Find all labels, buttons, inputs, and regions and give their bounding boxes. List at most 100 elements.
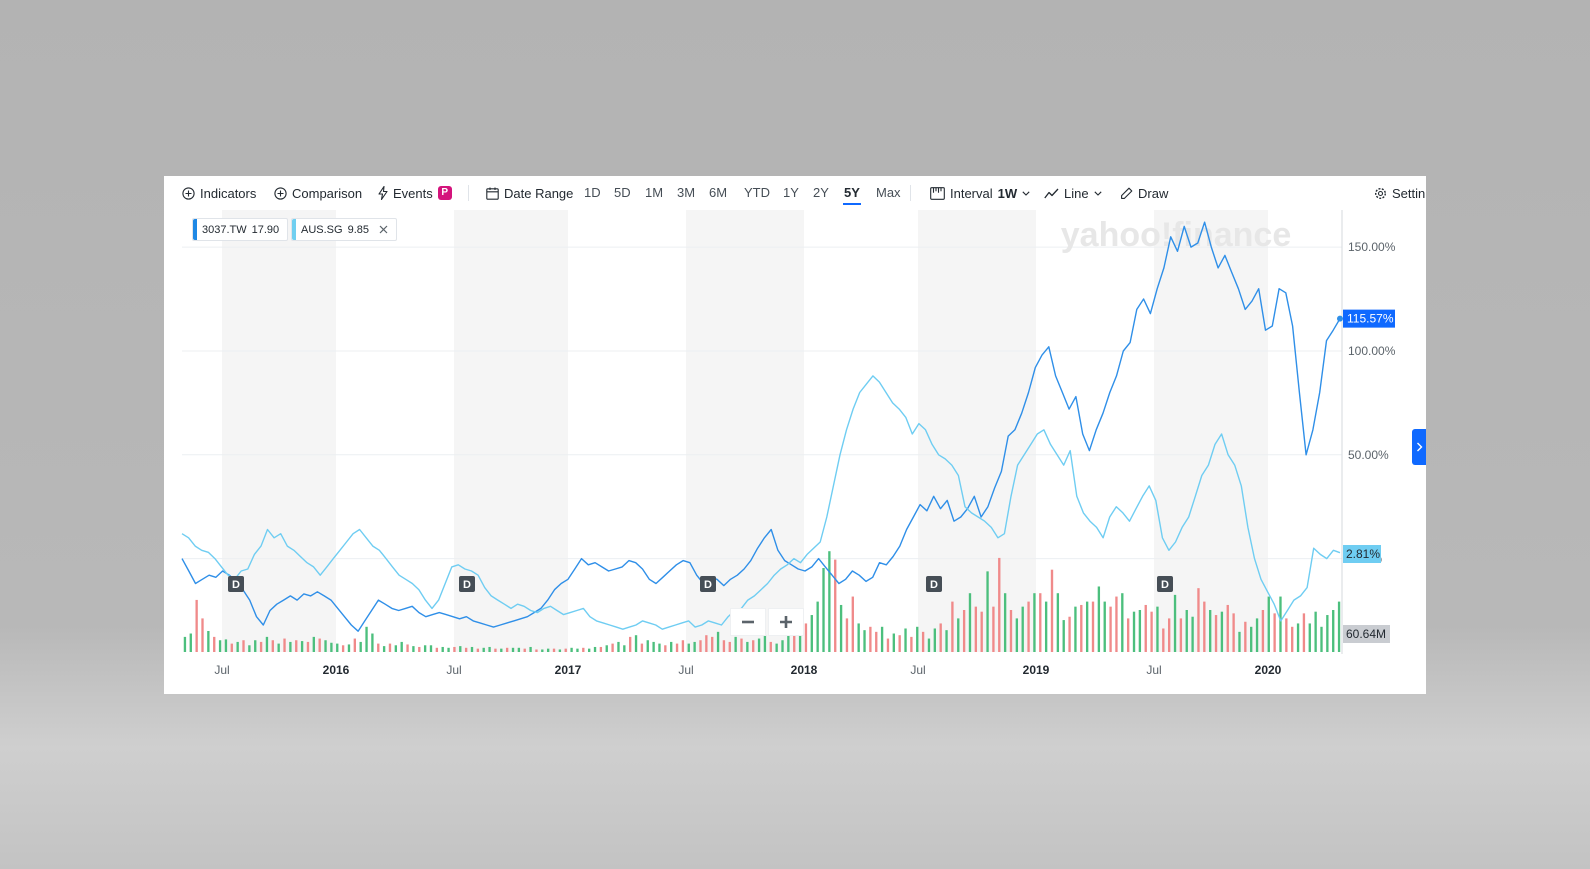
symbol-price: 9.85 — [347, 223, 369, 236]
dividend-marker-label: D — [704, 579, 712, 591]
volume-bar — [1126, 618, 1130, 652]
volume-bar — [640, 643, 644, 652]
volume-bar — [1068, 616, 1071, 652]
volume-bar — [242, 640, 245, 652]
volume-bar — [377, 643, 380, 652]
volume-bar — [1244, 621, 1247, 652]
volume-bar — [582, 647, 585, 652]
zoom-out-button[interactable] — [730, 608, 766, 636]
volume-bar — [1080, 604, 1083, 652]
volume-bar — [945, 630, 948, 652]
volume-bar — [1220, 611, 1224, 652]
x-tick-label: Jul — [1146, 663, 1161, 677]
volume-bar — [670, 641, 673, 652]
volume-bar — [470, 646, 474, 652]
volume-bar — [916, 626, 919, 652]
volume-bar — [629, 636, 632, 652]
symbol-chip-3037tw[interactable]: 3037.TW 17.90 — [192, 218, 289, 241]
volume-bar — [1197, 588, 1200, 652]
volume-bar — [453, 646, 456, 652]
volume-bar — [441, 646, 444, 652]
volume-bar — [546, 648, 550, 652]
volume-bar — [634, 635, 638, 652]
volume-bar — [365, 626, 368, 652]
volume-bar — [693, 641, 696, 652]
volume-bar — [324, 640, 327, 652]
volume-bar — [617, 641, 620, 652]
volume-bar — [664, 645, 667, 652]
volume-bar — [699, 640, 702, 652]
volume-bar — [646, 640, 649, 652]
x-tick-label: 2017 — [555, 663, 582, 677]
volume-bar — [1291, 626, 1294, 652]
volume-bar — [1332, 610, 1335, 652]
volume-bar — [816, 601, 819, 652]
y-tick-label: 100.00% — [1348, 344, 1396, 358]
volume-bar — [992, 606, 995, 652]
volume-bar — [1326, 615, 1329, 652]
volume-bar — [1320, 626, 1323, 652]
volume-bar — [1033, 593, 1036, 652]
volume-bar — [558, 649, 562, 652]
volume-bar — [623, 645, 626, 652]
volume-bar — [1273, 613, 1276, 652]
volume-bar — [711, 636, 714, 652]
volume-bar — [476, 648, 480, 652]
plus-icon — [780, 616, 792, 628]
volume-bar — [248, 645, 251, 652]
volume-bar — [359, 641, 362, 652]
volume-bar — [875, 631, 878, 652]
volume-bar — [1015, 618, 1019, 652]
close-icon[interactable] — [379, 225, 388, 234]
volume-bar — [658, 643, 661, 652]
dividend-marker-label: D — [463, 579, 471, 591]
x-tick-label: 2016 — [323, 663, 350, 677]
x-tick-label: Jul — [446, 663, 461, 677]
volume-bar — [576, 648, 579, 652]
volume-bar — [236, 641, 239, 652]
volume-bar — [1132, 611, 1136, 652]
volume-bar — [218, 640, 222, 652]
volume-bar — [529, 646, 532, 652]
volume-bar — [265, 636, 269, 652]
volume-bar — [564, 648, 567, 652]
volume-bar — [1314, 611, 1317, 652]
volume-bar — [951, 601, 954, 652]
volume-bar — [1085, 601, 1089, 652]
volume-bar — [652, 641, 655, 652]
volume-bar — [828, 551, 831, 652]
volume-bar — [429, 645, 433, 652]
volume-bar — [957, 618, 960, 652]
volume-bar — [980, 611, 983, 652]
volume-bar — [1027, 601, 1030, 652]
volume-bar — [388, 643, 392, 652]
volume-bar — [336, 643, 339, 652]
volume-bar — [1261, 610, 1265, 652]
volume-bar — [804, 623, 808, 652]
volume-bar — [757, 638, 761, 652]
expand-panel-tab[interactable] — [1412, 429, 1426, 465]
volume-bar — [277, 643, 280, 652]
volume-bar — [1021, 606, 1024, 652]
volume-bar — [1173, 594, 1177, 652]
volume-bar — [769, 641, 772, 652]
volume-bar — [734, 636, 737, 652]
volume-bar — [1238, 631, 1241, 652]
volume-bar — [1250, 626, 1253, 652]
volume-bar — [295, 640, 298, 652]
volume-bar — [1150, 611, 1153, 652]
symbol-ticker: AUS.SG — [301, 223, 343, 236]
volume-bar — [1232, 613, 1235, 652]
volume-bar — [728, 641, 731, 652]
volume-bar — [910, 636, 913, 652]
volume-bar — [1050, 569, 1054, 652]
volume-bar — [1296, 623, 1300, 652]
volume-bar — [1138, 610, 1142, 652]
volume-bar — [793, 635, 796, 652]
volume-bar — [523, 648, 526, 652]
volume-bar — [412, 646, 415, 652]
zoom-in-button[interactable] — [768, 608, 804, 636]
volume-bar — [839, 604, 843, 652]
y-tick-label: 50.00% — [1348, 448, 1389, 462]
symbol-chip-aussg[interactable]: AUS.SG 9.85 — [291, 218, 397, 241]
